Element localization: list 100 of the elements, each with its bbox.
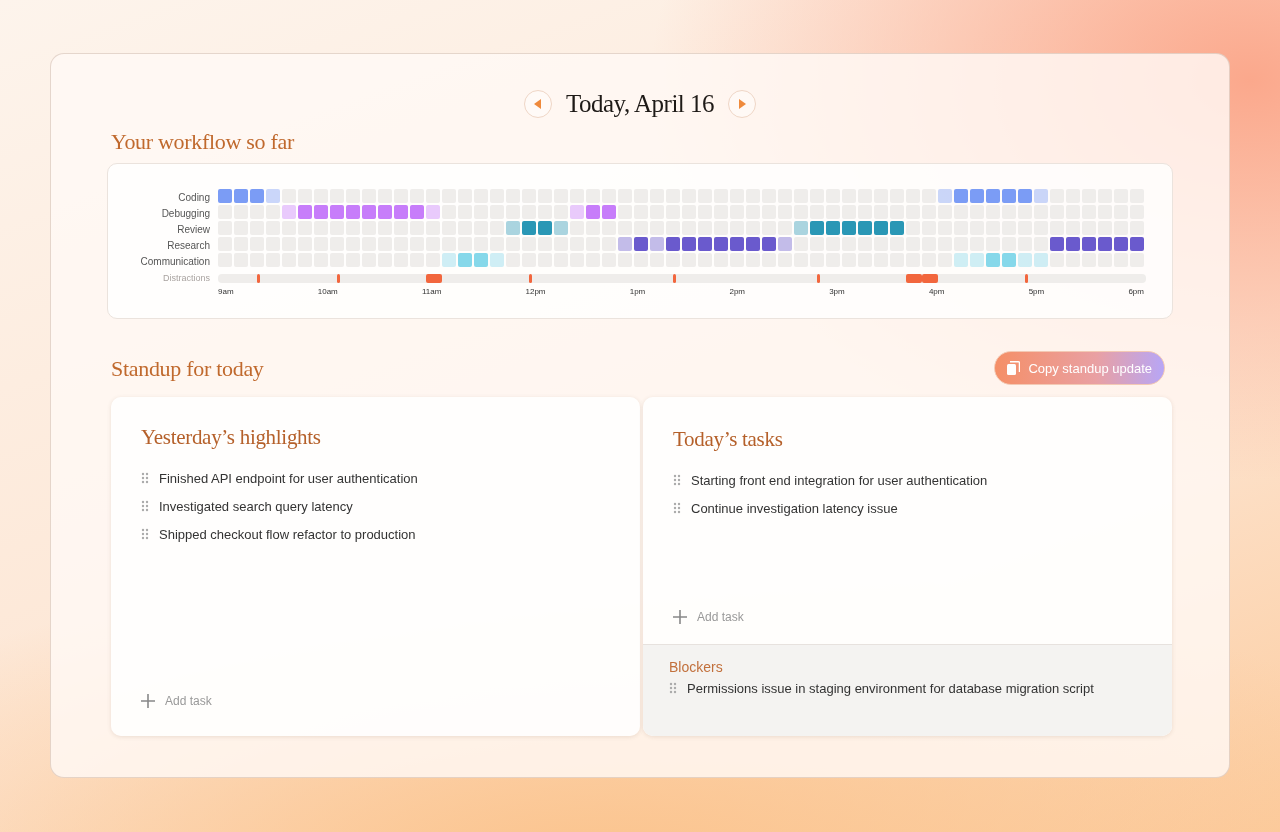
distraction-mark bbox=[256, 273, 260, 283]
activity-cell bbox=[970, 253, 984, 267]
distraction-mark bbox=[922, 273, 938, 283]
activity-cell bbox=[1098, 237, 1112, 251]
task-text: Finished API endpoint for user authentication bbox=[159, 470, 418, 486]
activity-cell bbox=[858, 221, 872, 235]
plus-icon bbox=[141, 694, 155, 708]
activity-cell bbox=[618, 237, 632, 251]
activity-cell bbox=[282, 205, 296, 219]
row-label: Communication bbox=[139, 255, 211, 267]
right-triangle-icon bbox=[738, 99, 747, 109]
activity-cell bbox=[826, 221, 840, 235]
activity-cell bbox=[778, 237, 792, 251]
add-task-button[interactable]: Add task bbox=[141, 694, 212, 708]
distraction-mark bbox=[816, 273, 820, 283]
activity-cell bbox=[762, 237, 776, 251]
time-label: 10am bbox=[317, 287, 338, 296]
activity-cell bbox=[810, 221, 824, 235]
section-title: Standup for today bbox=[111, 356, 264, 382]
date-title: Today, April 16 bbox=[565, 90, 715, 118]
time-label: 2pm bbox=[729, 287, 745, 296]
time-label: 5pm bbox=[1028, 287, 1045, 296]
activity-cell bbox=[842, 221, 856, 235]
row-label: Distractions bbox=[162, 273, 211, 283]
activity-cell bbox=[474, 253, 488, 267]
activity-cell bbox=[442, 253, 456, 267]
copy-standup-button[interactable]: Copy standup update bbox=[994, 351, 1165, 385]
activity-cell bbox=[650, 237, 664, 251]
activity-cell bbox=[874, 221, 888, 235]
distraction-mark bbox=[336, 273, 340, 283]
row-label: Research bbox=[166, 239, 211, 251]
card-title: Yesterday’s highlights bbox=[141, 425, 322, 450]
activity-cell bbox=[954, 189, 968, 203]
activity-cell bbox=[538, 221, 552, 235]
activity-cell bbox=[506, 221, 520, 235]
row-label: Review bbox=[176, 223, 211, 235]
activity-cell bbox=[1066, 237, 1080, 251]
activity-cell bbox=[410, 205, 424, 219]
activity-cell bbox=[1114, 237, 1128, 251]
activity-cell bbox=[394, 205, 408, 219]
activity-cell bbox=[1002, 253, 1016, 267]
blockers-title: Blockers bbox=[669, 659, 724, 675]
activity-cell bbox=[1034, 253, 1048, 267]
previous-day-button[interactable] bbox=[523, 90, 552, 118]
activity-cell bbox=[362, 205, 376, 219]
activity-cell bbox=[266, 189, 280, 203]
plus-icon bbox=[673, 610, 687, 624]
distraction-mark bbox=[1024, 273, 1028, 283]
activity-cell bbox=[1082, 237, 1096, 251]
activity-cell bbox=[666, 237, 680, 251]
activity-cell bbox=[426, 205, 440, 219]
row-label: Coding bbox=[177, 191, 211, 203]
distraction-mark bbox=[672, 273, 676, 283]
activity-cell bbox=[1130, 237, 1144, 251]
activity-cell bbox=[698, 237, 712, 251]
task-text: Shipped checkout flow refactor to production bbox=[159, 526, 416, 542]
section-title: Your workflow so far bbox=[111, 129, 296, 155]
time-label: 3pm bbox=[829, 287, 845, 296]
activity-cell bbox=[986, 189, 1000, 203]
drag-handle-icon[interactable] bbox=[673, 474, 681, 486]
time-label: 6pm bbox=[1128, 287, 1144, 296]
activity-cell bbox=[890, 221, 904, 235]
activity-cell bbox=[346, 205, 360, 219]
activity-cell bbox=[730, 237, 744, 251]
activity-cell bbox=[1034, 189, 1048, 203]
activity-cell bbox=[986, 253, 1000, 267]
activity-cell bbox=[570, 205, 584, 219]
activity-cell bbox=[330, 205, 344, 219]
add-task-button[interactable]: Add task bbox=[673, 610, 744, 624]
left-triangle-icon bbox=[533, 99, 542, 109]
drag-handle-icon[interactable] bbox=[141, 528, 149, 540]
activity-cell bbox=[938, 189, 952, 203]
activity-cell bbox=[970, 189, 984, 203]
task-text: Starting front end integration for user authentication bbox=[691, 472, 988, 488]
activity-cell bbox=[586, 205, 600, 219]
activity-cell bbox=[794, 221, 808, 235]
activity-cell bbox=[714, 237, 728, 251]
time-label: 4pm bbox=[928, 287, 945, 296]
task-text: Continue investigation latency issue bbox=[691, 500, 898, 516]
activity-cell bbox=[602, 205, 616, 219]
activity-cell bbox=[954, 253, 968, 267]
card-title: Today’s tasks bbox=[673, 427, 784, 452]
distraction-mark bbox=[426, 273, 442, 283]
activity-cell bbox=[682, 237, 696, 251]
activity-cell bbox=[378, 205, 392, 219]
activity-cell bbox=[1002, 189, 1016, 203]
drag-handle-icon[interactable] bbox=[673, 502, 681, 514]
task-text: Investigated search query latency bbox=[159, 498, 353, 514]
drag-handle-icon[interactable] bbox=[141, 472, 149, 484]
time-label: 12pm bbox=[525, 287, 546, 296]
drag-handle-icon[interactable] bbox=[669, 682, 677, 694]
activity-cell bbox=[1050, 237, 1064, 251]
activity-cell bbox=[234, 189, 248, 203]
drag-handle-icon[interactable] bbox=[141, 500, 149, 512]
activity-cell bbox=[490, 253, 504, 267]
distraction-mark bbox=[528, 273, 532, 283]
next-day-button[interactable] bbox=[728, 90, 757, 118]
blocker-text: Permissions issue in staging environment for database migration script bbox=[687, 680, 1094, 696]
activity-cell bbox=[314, 205, 328, 219]
time-label: 9am bbox=[218, 287, 234, 296]
